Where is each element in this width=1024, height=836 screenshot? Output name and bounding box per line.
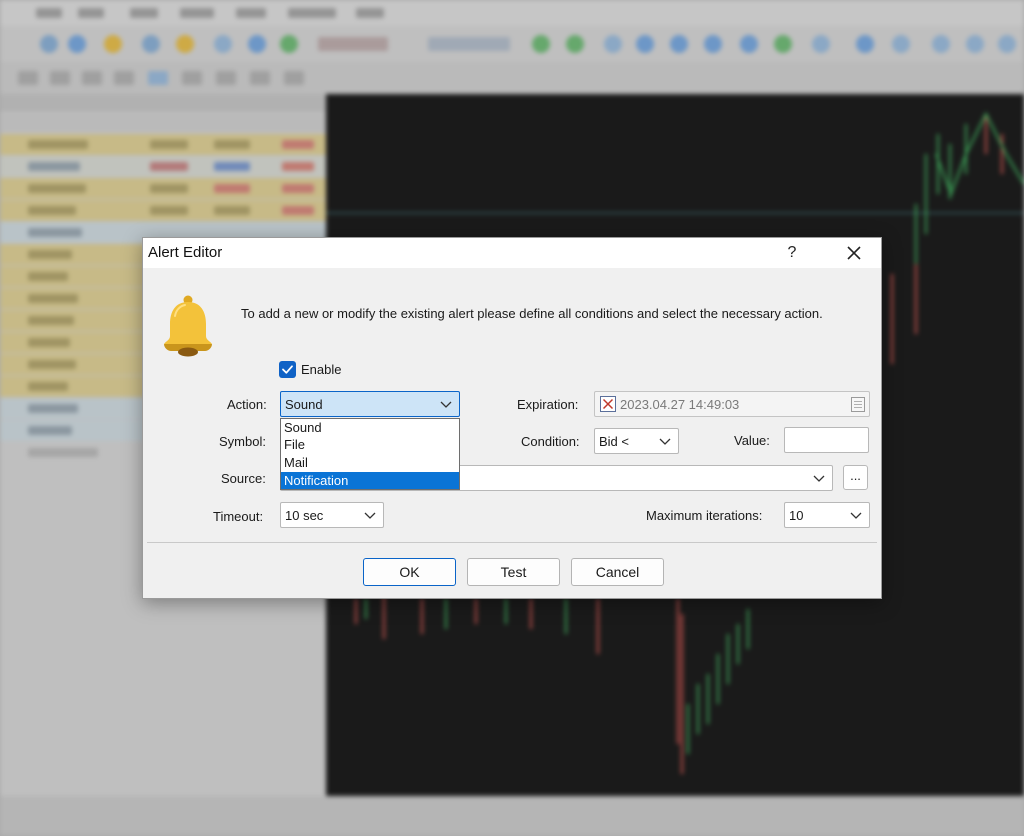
timeout-label: Timeout: (213, 509, 264, 524)
help-button[interactable]: ? (779, 240, 805, 266)
checkmark-icon (282, 365, 293, 374)
max-iterations-label: Maximum iterations: (646, 508, 763, 523)
expiration-label: Expiration: (517, 397, 579, 412)
expiration-field[interactable]: 2023.04.27 14:49:03 (594, 391, 870, 417)
action-value: Sound (285, 397, 323, 412)
chevron-down-icon (659, 438, 671, 445)
alert-editor-dialog: Alert Editor ? To add a new or modify th… (142, 237, 882, 599)
value-label: Value: (734, 433, 770, 448)
condition-label: Condition: (521, 434, 580, 449)
action-label: Action: (227, 397, 267, 412)
action-dropdown-list: Sound File Mail Notification (280, 418, 460, 490)
action-option-notification[interactable]: Notification (281, 472, 459, 489)
dialog-description: To add a new or modify the existing aler… (241, 306, 823, 321)
max-iterations-value: 10 (789, 508, 804, 523)
dialog-title: Alert Editor (148, 244, 223, 261)
ok-button[interactable]: OK (363, 558, 456, 586)
cancel-button[interactable]: Cancel (571, 558, 664, 586)
condition-select[interactable]: Bid < (594, 428, 679, 454)
cross-icon (602, 398, 614, 410)
test-button[interactable]: Test (467, 558, 560, 586)
expiration-value: 2023.04.27 14:49:03 (620, 397, 740, 412)
timeout-value: 10 sec (285, 508, 324, 523)
help-icon: ? (787, 244, 797, 261)
action-option-sound[interactable]: Sound (281, 419, 459, 436)
close-icon (847, 246, 861, 260)
chevron-down-icon (850, 512, 862, 519)
value-input[interactable] (784, 427, 869, 453)
source-label: Source: (221, 471, 266, 486)
action-option-mail[interactable]: Mail (281, 454, 459, 471)
chevron-down-icon (440, 401, 452, 408)
enable-checkbox-box[interactable] (279, 361, 296, 378)
dialog-titlebar: Alert Editor ? (143, 238, 881, 268)
browse-button[interactable]: ... (843, 465, 868, 490)
timeout-select[interactable]: 10 sec (280, 502, 384, 528)
max-iterations-select[interactable]: 10 (784, 502, 870, 528)
chevron-down-icon (364, 512, 376, 519)
symbol-label: Symbol: (219, 434, 266, 449)
condition-value: Bid < (599, 434, 629, 449)
expiration-checkbox[interactable] (600, 396, 616, 412)
action-select[interactable]: Sound (280, 391, 460, 417)
chevron-down-icon (813, 475, 825, 482)
calendar-icon[interactable] (851, 397, 865, 412)
close-button[interactable] (841, 240, 867, 266)
action-option-file[interactable]: File (281, 436, 459, 453)
enable-label: Enable (301, 362, 342, 377)
divider (147, 542, 877, 543)
bell-icon (164, 295, 212, 357)
